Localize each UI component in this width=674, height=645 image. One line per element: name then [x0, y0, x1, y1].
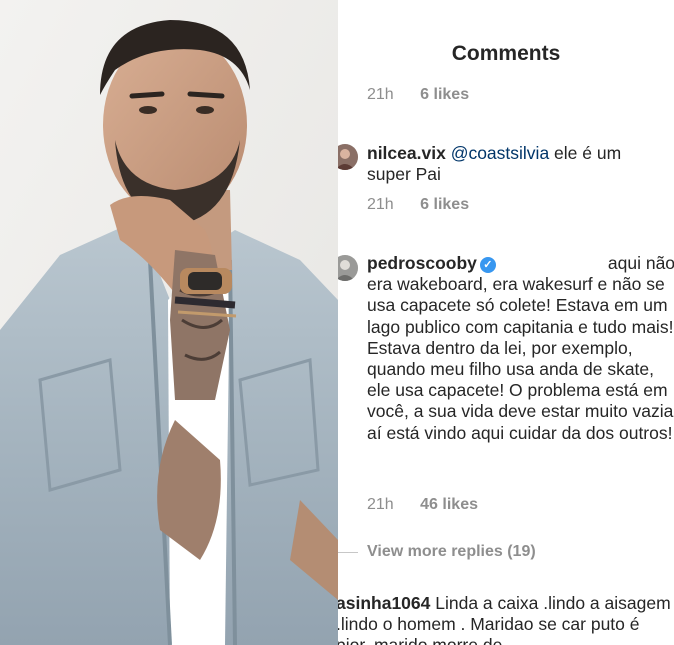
avatar[interactable] [338, 144, 358, 170]
comment-likes[interactable]: 6 likes [420, 86, 469, 103]
comment-meta: 21h 6 likes [367, 196, 469, 214]
man-portrait-image [0, 0, 338, 645]
replies-divider [338, 552, 358, 553]
verified-badge-icon: ✓ [479, 257, 496, 273]
comment-body: pedroscooby ✓ aqui não era wakeboard, era … [367, 253, 674, 444]
avatar-image [338, 144, 358, 170]
comment-time: 21h [367, 86, 394, 103]
comment-username[interactable]: pedroscooby [367, 253, 477, 273]
comment-meta: 21h 46 likes [367, 496, 478, 514]
comment-text: aqui não era wakeboard, era wakesurf e n… [367, 253, 674, 443]
comments-panel: Comments 21h 6 likes nilcea.vix @coastsi… [338, 0, 674, 645]
comment-body: asinha1064 Linda a caixa .lindo a aisage… [338, 593, 674, 645]
post-photo [0, 0, 338, 645]
comment-meta: 21h 6 likes [367, 86, 469, 104]
avatar[interactable] [338, 255, 358, 281]
comment-username[interactable]: asinha1064 [338, 593, 430, 613]
comment-likes[interactable]: 6 likes [420, 196, 469, 213]
view-more-replies-button[interactable]: View more replies (19) [367, 543, 536, 561]
comment-likes[interactable]: 46 likes [420, 496, 478, 513]
comment-username[interactable]: nilcea.vix [367, 143, 446, 163]
comment-body: nilcea.vix @coastsilvia ele é um super P… [367, 143, 667, 185]
comment-time: 21h [367, 496, 394, 513]
avatar-image [338, 255, 358, 281]
mention-link[interactable]: @coastsilvia [451, 143, 550, 163]
comment-time: 21h [367, 196, 394, 213]
page-title: Comments [451, 42, 561, 65]
